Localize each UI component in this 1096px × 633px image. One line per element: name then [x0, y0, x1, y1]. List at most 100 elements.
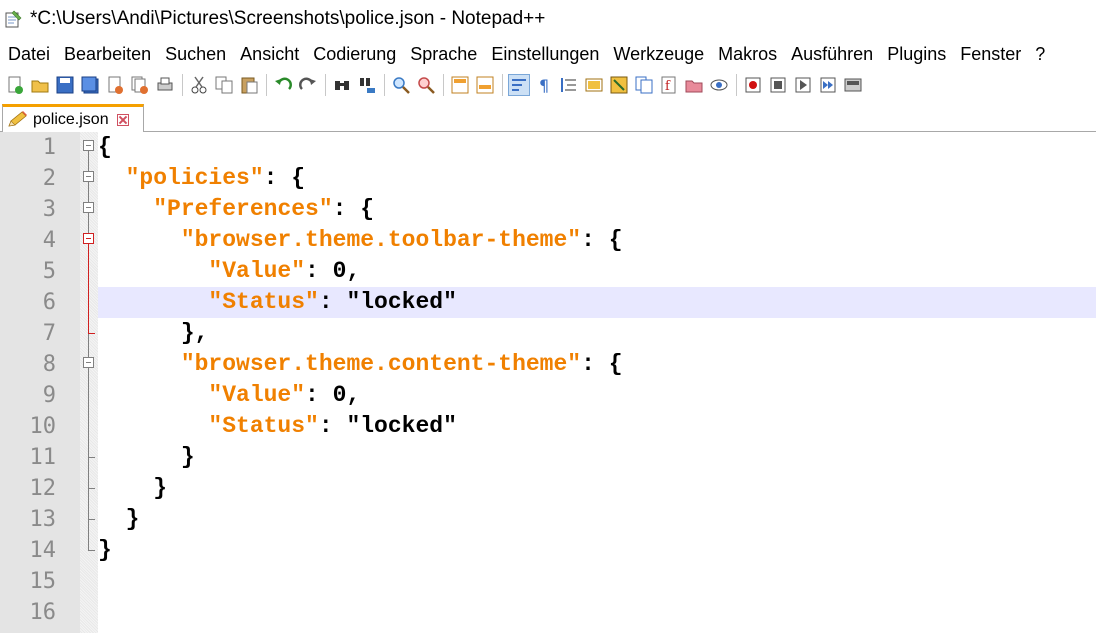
redo-icon[interactable] [297, 74, 319, 96]
folder-as-workspace-icon[interactable]: f [658, 74, 680, 96]
fold-collapse-icon[interactable] [83, 233, 94, 244]
fold-collapse-icon[interactable] [83, 140, 94, 151]
menu-item[interactable]: Ansicht [233, 44, 306, 65]
editor-line[interactable]: 4 "browser.theme.toolbar-theme": { [0, 225, 1096, 256]
print-icon[interactable] [154, 74, 176, 96]
editor-line[interactable]: 5 "Value": 0, [0, 256, 1096, 287]
copy-icon[interactable] [213, 74, 235, 96]
menu-item[interactable]: Makros [711, 44, 784, 65]
svg-text:¶: ¶ [539, 76, 549, 95]
code-line: "Value": 0, [98, 380, 1096, 411]
find-icon[interactable] [331, 74, 353, 96]
fold-collapse-icon[interactable] [83, 357, 94, 368]
menu-item[interactable]: Codierung [306, 44, 403, 65]
menu-item[interactable]: ? [1028, 44, 1052, 65]
fold-marker[interactable] [80, 349, 98, 380]
monitor-icon[interactable] [708, 74, 730, 96]
editor-line[interactable]: 12 } [0, 473, 1096, 504]
indent-guide-icon[interactable] [558, 74, 580, 96]
record-macro-icon[interactable] [742, 74, 764, 96]
run-multiple-macro-icon[interactable] [817, 74, 839, 96]
fold-marker [80, 473, 98, 504]
menu-item[interactable]: Bearbeiten [57, 44, 158, 65]
code-line: "browser.theme.content-theme": { [98, 349, 1096, 380]
tab-police-json[interactable]: police.json [2, 104, 144, 132]
toolbar-separator [502, 74, 503, 96]
json-key: "Status" [208, 289, 319, 315]
fold-collapse-icon[interactable] [83, 202, 94, 213]
fold-marker [80, 380, 98, 411]
zoom-out-icon[interactable] [415, 74, 437, 96]
menu-item[interactable]: Datei [0, 44, 57, 65]
close-all-icon[interactable] [129, 74, 151, 96]
menu-item[interactable]: Suchen [158, 44, 233, 65]
fold-collapse-icon[interactable] [83, 171, 94, 182]
menu-item[interactable]: Sprache [403, 44, 484, 65]
code-line: }, [98, 318, 1096, 349]
doc-list-icon[interactable] [683, 74, 705, 96]
code-line: "Preferences": { [98, 194, 1096, 225]
open-file-icon[interactable] [29, 74, 51, 96]
code-line: "Status": "locked" [98, 287, 1096, 318]
fold-marker [80, 318, 98, 349]
tab-close-icon[interactable] [116, 113, 129, 126]
editor-line[interactable]: 2 "policies": { [0, 163, 1096, 194]
undo-icon[interactable] [272, 74, 294, 96]
toolbar-separator [266, 74, 267, 96]
word-wrap-icon[interactable] [508, 74, 530, 96]
doc-map-icon[interactable] [608, 74, 630, 96]
stop-record-icon[interactable] [767, 74, 789, 96]
zoom-in-icon[interactable] [390, 74, 412, 96]
udl-icon[interactable] [583, 74, 605, 96]
cut-icon[interactable] [188, 74, 210, 96]
fold-marker[interactable] [80, 132, 98, 163]
editor-line[interactable]: 14} [0, 535, 1096, 566]
save-macro-icon[interactable] [842, 74, 864, 96]
editor-line[interactable]: 9 "Value": 0, [0, 380, 1096, 411]
editor-line[interactable]: 10 "Status": "locked" [0, 411, 1096, 442]
editor[interactable]: 1{2 "policies": {3 "Preferences": {4 "br… [0, 132, 1096, 633]
json-text [98, 289, 208, 315]
line-number: 8 [42, 352, 56, 377]
fold-marker[interactable] [80, 194, 98, 225]
json-text: : { [332, 196, 375, 222]
fold-marker[interactable] [80, 163, 98, 194]
fold-marker[interactable] [80, 225, 98, 256]
code-line: } [98, 473, 1096, 504]
json-text [98, 165, 126, 191]
editor-line[interactable]: 1{ [0, 132, 1096, 163]
sync-horizontal-icon[interactable] [474, 74, 496, 96]
line-number: 14 [29, 538, 57, 563]
sync-vertical-icon[interactable] [449, 74, 471, 96]
show-all-chars-icon[interactable]: ¶ [533, 74, 555, 96]
editor-line[interactable]: 11 } [0, 442, 1096, 473]
replace-icon[interactable] [356, 74, 378, 96]
function-list-icon[interactable] [633, 74, 655, 96]
code-line: } [98, 442, 1096, 473]
notepad-app-icon [4, 10, 22, 28]
menu-item[interactable]: Werkzeuge [606, 44, 711, 65]
fold-marker [80, 566, 98, 597]
save-icon[interactable] [54, 74, 76, 96]
json-text [98, 227, 181, 253]
editor-line[interactable]: 13 } [0, 504, 1096, 535]
play-macro-icon[interactable] [792, 74, 814, 96]
toolbar: ¶ f [0, 70, 1096, 100]
editor-line[interactable]: 7 }, [0, 318, 1096, 349]
editor-line[interactable]: 15 [0, 566, 1096, 597]
save-all-icon[interactable] [79, 74, 101, 96]
editor-line[interactable]: 8 "browser.theme.content-theme": { [0, 349, 1096, 380]
tab-bar: police.json [0, 100, 1096, 132]
editor-line[interactable]: 16 [0, 597, 1096, 628]
editor-line[interactable]: 6 "Status": "locked" [0, 287, 1096, 318]
menu-item[interactable]: Einstellungen [484, 44, 606, 65]
close-icon[interactable] [104, 74, 126, 96]
line-number: 5 [42, 259, 56, 284]
new-file-icon[interactable] [4, 74, 26, 96]
paste-icon[interactable] [238, 74, 260, 96]
menu-item[interactable]: Ausführen [784, 44, 880, 65]
menu-item[interactable]: Plugins [880, 44, 953, 65]
editor-line[interactable]: 3 "Preferences": { [0, 194, 1096, 225]
window-title: *C:\Users\Andi\Pictures\Screenshots\poli… [30, 8, 546, 29]
menu-item[interactable]: Fenster [953, 44, 1028, 65]
